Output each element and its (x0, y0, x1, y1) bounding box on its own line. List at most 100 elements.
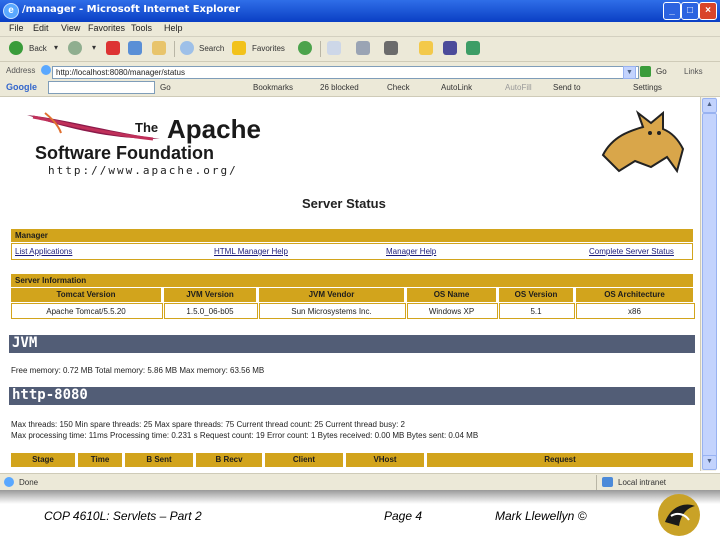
th-label: Request (544, 455, 576, 464)
complete-server-status-link[interactable]: Complete Server Status (589, 247, 674, 256)
menu-tools[interactable]: Tools (131, 23, 152, 33)
edit-icon[interactable] (384, 41, 398, 55)
window-title-bar: e /manager - Microsoft Internet Explorer… (0, 0, 720, 22)
toolbar-separator (174, 41, 175, 57)
send-to-button[interactable]: Send to (553, 83, 581, 92)
address-input[interactable]: http://localhost:8080/manager/status (52, 66, 639, 79)
connector-threads-text: Max threads: 150 Min spare threads: 25 M… (11, 420, 405, 429)
logo-software-foundation: Software Foundation (35, 143, 214, 163)
th-label: Tomcat Version (56, 290, 116, 299)
autofill-button[interactable]: AutoFill (505, 83, 532, 92)
logo-the: The (135, 120, 159, 135)
th-label: B Recv (215, 455, 243, 464)
vertical-scrollbar[interactable]: ▲ ▼ (700, 97, 717, 471)
messenger-icon[interactable] (466, 41, 480, 55)
scroll-up-arrow-icon[interactable]: ▲ (702, 98, 717, 113)
menu-help[interactable]: Help (164, 23, 183, 33)
server-information-header: Server Information (11, 274, 693, 287)
favorites-button[interactable]: Favorites (252, 44, 285, 53)
page-icon (41, 65, 51, 75)
th-time: Time (78, 453, 122, 467)
search-icon[interactable] (180, 41, 194, 55)
standard-toolbar: Back ▾ ▾ Search Favorites (0, 37, 720, 62)
favorites-star-icon[interactable] (232, 41, 246, 55)
os-architecture-value: x86 (628, 307, 641, 316)
manager-title: Manager (15, 231, 48, 240)
jvm-section-bar: JVM (9, 335, 695, 353)
autolink-button[interactable]: AutoLink (441, 83, 472, 92)
th-label: JVM Vendor (308, 290, 355, 299)
toolbar-separator (320, 41, 321, 57)
connector-requests-text: Max processing time: 11ms Processing tim… (11, 431, 479, 440)
home-icon[interactable] (152, 41, 166, 55)
th-os-version: OS Version (499, 288, 573, 302)
jvm-title: JVM (12, 335, 38, 351)
logo-url: http://www.apache.org/ (48, 164, 238, 177)
scrollbar-thumb[interactable] (702, 113, 717, 465)
menu-view[interactable]: View (61, 23, 80, 33)
menu-favorites[interactable]: Favorites (88, 23, 125, 33)
search-button[interactable]: Search (199, 44, 224, 53)
th-os-name: OS Name (407, 288, 496, 302)
internet-explorer-icon: e (3, 3, 19, 19)
th-label: OS Name (433, 290, 470, 299)
os-version-value: 5.1 (530, 307, 542, 316)
forward-dropdown-icon[interactable]: ▾ (92, 43, 96, 52)
folder-icon[interactable] (419, 41, 433, 55)
course-title: COP 4610L: Servlets – Part 2 (44, 509, 202, 523)
th-label: Stage (32, 455, 54, 464)
popup-blocked-button[interactable]: 26 blocked (320, 83, 359, 92)
google-go-button[interactable]: Go (160, 83, 171, 92)
author-credit: Mark Llewellyn © (495, 509, 587, 523)
menu-file[interactable]: File (9, 23, 24, 33)
forward-arrow-icon[interactable] (68, 41, 82, 55)
research-icon[interactable] (443, 41, 457, 55)
google-logo: Google (6, 82, 37, 92)
print-icon[interactable] (356, 41, 370, 55)
status-separator (596, 475, 597, 490)
th-client: Client (265, 453, 343, 467)
page-viewport: The Apache Software Foundation http://ww… (3, 97, 700, 471)
th-b-recv: B Recv (196, 453, 262, 467)
manager-help-link[interactable]: Manager Help (386, 247, 436, 256)
minimize-button[interactable]: _ (663, 2, 681, 20)
go-button[interactable]: Go (656, 67, 667, 76)
links-button[interactable]: Links (684, 67, 703, 76)
tomcat-version-value: Apache Tomcat/5.5.20 (46, 307, 126, 316)
server-information-title: Server Information (15, 276, 87, 285)
stop-icon[interactable] (106, 41, 120, 55)
go-arrow-icon[interactable] (640, 66, 651, 77)
th-tomcat-version: Tomcat Version (11, 288, 161, 302)
mail-icon[interactable] (327, 41, 341, 55)
back-arrow-icon[interactable] (9, 41, 23, 55)
window-title: /manager - Microsoft Internet Explorer (22, 4, 241, 15)
jvm-vendor-value: Sun Microsystems Inc. (291, 307, 372, 316)
back-button[interactable]: Back (29, 44, 47, 53)
page-title: Server Status (302, 196, 386, 211)
th-label: OS Architecture (604, 290, 665, 299)
th-stage: Stage (11, 453, 75, 467)
spell-check-button[interactable]: Check (387, 83, 410, 92)
th-jvm-vendor: JVM Vendor (259, 288, 404, 302)
maximize-button[interactable]: □ (681, 2, 699, 20)
address-dropdown-icon[interactable]: ▼ (623, 66, 636, 79)
close-button[interactable]: × (699, 2, 717, 20)
scroll-down-arrow-icon[interactable]: ▼ (702, 455, 717, 470)
jvm-memory-text: Free memory: 0.72 MB Total memory: 5.86 … (11, 366, 265, 375)
html-manager-help-link[interactable]: HTML Manager Help (214, 247, 288, 256)
menu-edit[interactable]: Edit (33, 23, 49, 33)
th-label: JVM Version (186, 290, 234, 299)
status-bar: Done Local intranet (0, 473, 720, 491)
page-number: Page 4 (384, 509, 423, 523)
security-zone-text: Local intranet (618, 478, 667, 487)
google-search-input[interactable] (48, 81, 155, 94)
slide-footer: COP 4610L: Servlets – Part 2 Page 4 Mark… (0, 490, 720, 540)
history-icon[interactable] (298, 41, 312, 55)
back-dropdown-icon[interactable]: ▾ (54, 43, 58, 52)
refresh-icon[interactable] (128, 41, 142, 55)
settings-button[interactable]: Settings (633, 83, 662, 92)
bookmarks-button[interactable]: Bookmarks (253, 83, 293, 92)
th-label: B Sent (146, 455, 172, 464)
list-applications-link[interactable]: List Applications (15, 247, 72, 256)
th-jvm-version: JVM Version (164, 288, 256, 302)
